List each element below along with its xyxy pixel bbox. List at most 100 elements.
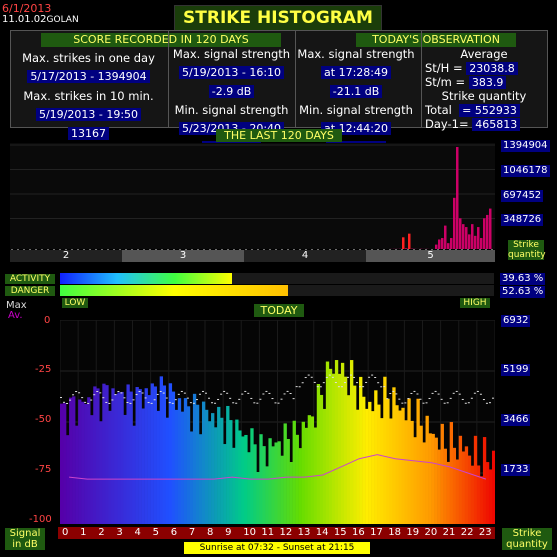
signal-bar — [404, 420, 408, 524]
score-max-signal-value: -2.9 dB — [208, 85, 255, 98]
signal-bar — [368, 401, 372, 524]
signal-bar — [274, 442, 278, 524]
low-label: LOW — [62, 298, 88, 308]
last120-ytick: 1046178 — [501, 165, 550, 177]
day1-label: Day-1= — [425, 117, 469, 131]
signal-bar — [434, 437, 438, 524]
score-min-signal-label: Min. signal strength — [174, 103, 289, 117]
month-5: 5 — [366, 250, 495, 262]
strike-qty-label: Strike quantity — [441, 89, 527, 103]
signal-bar — [174, 409, 179, 524]
right-tick: 5199 — [501, 364, 531, 376]
sun-info: Sunrise at 07:32 - Sunset at 21:15 — [184, 542, 370, 554]
today-max-signal-value: -21.1 dB — [329, 85, 383, 98]
signal-bar — [295, 434, 299, 524]
last120-bar — [462, 224, 465, 249]
activity-value: 39.63 % — [500, 273, 546, 285]
signal-bar — [247, 452, 251, 524]
last120-ylabel: Strike quantity — [508, 240, 546, 260]
signal-bar — [353, 385, 357, 524]
sth-label: St/H = — [425, 61, 463, 75]
signal-bar — [235, 419, 239, 524]
signal-bar — [265, 466, 269, 524]
signal-bar — [392, 387, 396, 524]
signal-bar — [226, 405, 230, 524]
signal-bar — [398, 410, 402, 524]
signal-bar — [386, 398, 390, 524]
signal-bar — [120, 391, 124, 524]
signal-bar — [316, 384, 321, 524]
signal-bar — [334, 360, 339, 524]
hour-label: 20 — [424, 527, 438, 538]
signal-bar — [413, 437, 417, 524]
last120-bar — [486, 214, 489, 249]
left-tick-50: -50 — [35, 414, 52, 425]
signal-bar — [171, 391, 176, 524]
av-legend: Av. — [8, 310, 23, 321]
hour-label: 6 — [170, 527, 178, 538]
signal-bar — [93, 386, 97, 524]
last120-ytick: 1394904 — [501, 140, 550, 152]
last120-bar — [477, 227, 480, 249]
left-label-line1: Signal — [9, 528, 41, 539]
signal-bar — [325, 361, 330, 524]
max-10min-value: 13167 — [68, 127, 109, 140]
hour-label: 14 — [315, 527, 329, 538]
stats-panel: SCORE RECORDED IN 120 DAYS TODAY'S OBSER… — [10, 30, 548, 154]
signal-bar — [108, 410, 112, 524]
signal-bar — [201, 401, 206, 524]
signal-bar — [186, 406, 191, 524]
score-max-signal-label: Max. signal strength — [172, 47, 291, 61]
max-10min-label: Max. strikes in 10 min. — [23, 89, 154, 103]
signal-bar — [307, 415, 312, 524]
today-average: Average St/H = 23038.8 St/m = 383.9 Stri… — [423, 47, 545, 131]
signal-bar — [84, 403, 88, 524]
last120-bar — [459, 218, 462, 249]
max-10min-date: 5/19/2013 - 19:50 — [35, 108, 142, 121]
signal-bar — [428, 433, 432, 524]
signal-bar — [331, 373, 336, 524]
signal-bar — [147, 395, 151, 524]
signal-bar — [488, 469, 493, 524]
signal-bar — [117, 392, 121, 524]
hour-label: 17 — [370, 527, 383, 538]
signal-bar — [217, 406, 221, 524]
max-one-day-label: Max. strikes in one day — [22, 51, 155, 65]
signal-bar — [485, 462, 490, 524]
signal-bar — [467, 455, 472, 524]
signal-bar — [114, 394, 118, 524]
signal-bar — [81, 401, 85, 524]
today-header: TODAY'S OBSERVATION — [356, 33, 516, 47]
signal-bar — [301, 421, 305, 524]
last120-title: THE LAST 120 DAYS — [216, 129, 342, 142]
hour-label: 23 — [478, 527, 492, 538]
today-max-signal-time: at 17:28:49 — [321, 66, 391, 79]
signal-bar — [286, 438, 290, 524]
signal-bar — [479, 476, 484, 524]
last120-bar — [483, 218, 486, 249]
today-min-signal-label: Min. signal strength — [299, 103, 413, 117]
signal-bar — [232, 447, 236, 524]
signal-bar — [156, 410, 160, 524]
signal-bar — [63, 403, 67, 524]
signal-bar — [389, 418, 393, 524]
signal-bar — [271, 446, 275, 524]
signal-bar — [298, 448, 302, 524]
signal-bar — [141, 408, 145, 524]
signal-bar — [380, 418, 384, 524]
day1-value: 465813 — [472, 118, 521, 131]
hour-axis: 0 1 2 3 4 5 6 7 8 9 10 11 12 13 14 15 16 17 18 19 20 21 22 23 — [58, 527, 495, 539]
score-header: SCORE RECORDED IN 120 DAYS — [41, 33, 281, 47]
month-2: 2 — [10, 250, 122, 262]
signal-bar — [359, 376, 363, 524]
signal-bar — [310, 416, 315, 524]
last120-bar — [474, 235, 477, 249]
signal-bar — [395, 405, 399, 524]
signal-bar — [111, 388, 115, 524]
last120-bar — [453, 197, 456, 249]
last120-bar — [405, 248, 408, 249]
signal-bar — [105, 385, 109, 524]
signal-bar — [238, 430, 242, 524]
left-tick-0: 0 — [44, 315, 51, 326]
last120-chart — [10, 143, 495, 255]
